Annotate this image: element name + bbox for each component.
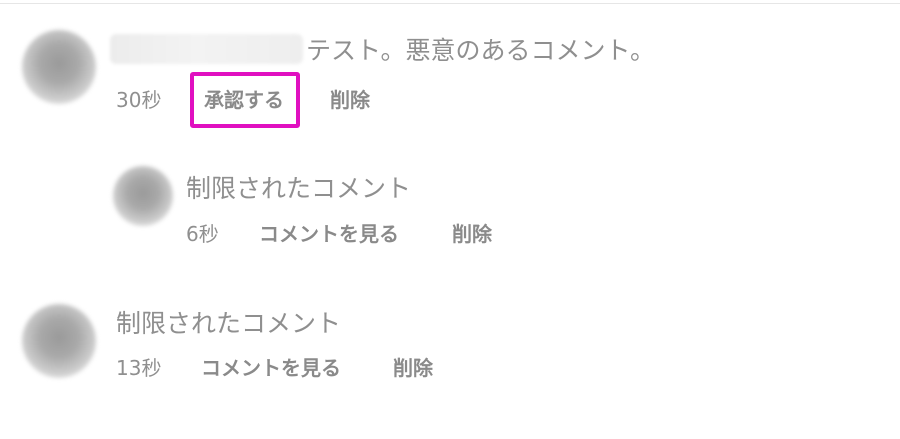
- comment-text: テスト。悪意のあるコメント。: [306, 36, 656, 65]
- approve-button[interactable]: 承認する: [204, 88, 284, 112]
- username-blurred[interactable]: [110, 34, 303, 64]
- comment-timestamp: 13秒: [116, 356, 162, 380]
- comment-text: 制限されたコメント: [186, 174, 412, 203]
- delete-button[interactable]: 削除: [330, 88, 370, 112]
- delete-button[interactable]: 削除: [452, 222, 492, 246]
- avatar[interactable]: [22, 304, 96, 378]
- comment-timestamp: 6秒: [186, 222, 219, 246]
- view-comment-button[interactable]: コメントを見る: [201, 356, 341, 380]
- avatar[interactable]: [113, 166, 173, 226]
- top-divider: [0, 3, 900, 4]
- view-comment-button[interactable]: コメントを見る: [259, 222, 399, 246]
- comment-text: 制限されたコメント: [116, 309, 342, 338]
- delete-button[interactable]: 削除: [393, 356, 433, 380]
- avatar[interactable]: [22, 30, 96, 104]
- comment-timestamp: 30秒: [116, 88, 162, 112]
